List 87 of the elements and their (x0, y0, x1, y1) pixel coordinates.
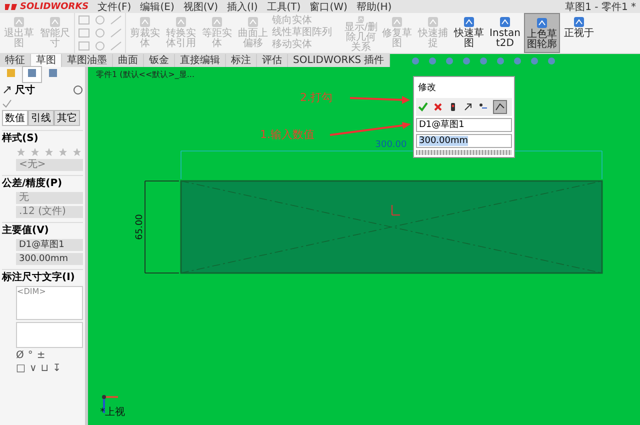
ribbon-tab[interactable]: 钣金 (144, 54, 175, 67)
tab-icon (27, 68, 37, 78)
ribbon-tab[interactable]: 曲面 (113, 54, 144, 67)
view-tool-icon[interactable] (478, 56, 490, 66)
help-icon[interactable] (73, 85, 83, 95)
style-icon[interactable] (16, 147, 26, 157)
annotation-text: 1.输入数值 (260, 127, 314, 142)
mark-dimension-button[interactable] (493, 100, 507, 114)
view-tool-icon[interactable] (495, 56, 506, 66)
sketch-tool-icon[interactable] (93, 27, 107, 39)
view-tool-icon[interactable] (444, 56, 456, 66)
dimension-value-field[interactable]: 300.00mm (416, 134, 512, 148)
symbol-button[interactable]: □ (16, 363, 26, 374)
ribbon-tab[interactable]: 草图油墨 (62, 54, 113, 67)
style-icon[interactable] (58, 147, 68, 157)
menu-item[interactable]: 视图(V) (183, 0, 218, 14)
dimension-text-box[interactable] (16, 322, 83, 348)
menu-item[interactable]: 窗口(W) (310, 0, 348, 14)
window-title: 草图1 - 零件1 * (565, 0, 636, 14)
close-icon[interactable] (433, 102, 443, 112)
ribbon-tab[interactable]: 直接编辑 (175, 54, 226, 67)
section-header: 样式(S) (2, 130, 83, 145)
thumbwheel[interactable] (416, 150, 512, 155)
symbol-button[interactable]: ° (28, 350, 33, 361)
dialog-title: 修改 (417, 82, 437, 95)
sketch-tool-icon[interactable] (77, 14, 91, 26)
symbol-button[interactable]: ∨ (29, 363, 37, 374)
style-icon[interactable] (44, 147, 54, 157)
panel-subtab[interactable]: 数值 (2, 110, 28, 126)
menu-item[interactable]: 工具(T) (266, 0, 301, 14)
ribbon-button[interactable]: Instant2D (488, 13, 522, 53)
logo-icon (4, 2, 18, 12)
annotation-arrow (350, 96, 410, 104)
panel-title: 尺寸 (15, 84, 36, 97)
ribbon-button[interactable]: 上色草图轮廓 (524, 13, 560, 53)
ribbon-tab[interactable]: 特征 (0, 54, 31, 67)
view-tool-icon[interactable] (461, 56, 472, 66)
origin-icon (392, 204, 400, 216)
view-tool-icon[interactable] (410, 56, 422, 66)
sketch-tool-icon[interactable] (109, 27, 123, 39)
sketch-tool-icon[interactable] (109, 14, 123, 26)
check-icon[interactable] (418, 102, 428, 112)
tab-icon (6, 68, 16, 78)
view-tool-icon[interactable] (512, 56, 524, 66)
dimension-text-box[interactable]: <DIM> (16, 286, 83, 320)
dimension-name-field[interactable]: D1@草图1 (16, 239, 83, 251)
view-tool-icon[interactable] (427, 56, 438, 66)
ribbon-tab[interactable]: SOLIDWORKS 插件 (288, 54, 390, 67)
section-header: 主要值(V) (2, 222, 83, 237)
dimension-name-field[interactable]: D1@草图1 (416, 118, 512, 132)
feature-tree-breadcrumb[interactable]: 零件1 (默认<<默认>_显... (96, 69, 194, 80)
view-tool-icon[interactable] (529, 56, 540, 66)
style-icon[interactable] (30, 147, 40, 157)
panel-tab[interactable] (22, 66, 42, 82)
sketch-tool-icon[interactable] (109, 40, 123, 52)
menu-item[interactable]: 编辑(E) (140, 0, 174, 14)
sketch-tool-icon[interactable] (77, 40, 91, 52)
sketch-tool-icon[interactable] (93, 40, 107, 52)
panel-subtab[interactable]: 其它 (54, 110, 80, 126)
ribbon-button[interactable]: 快速草图 (452, 13, 486, 53)
annotation-text: 2.打勾 (300, 90, 332, 105)
arrow-icon[interactable] (463, 102, 473, 112)
sketch-tool-icon[interactable] (77, 27, 91, 39)
sketch-tool-icon[interactable] (93, 14, 107, 26)
ribbon-tab[interactable]: 草图 (31, 54, 62, 67)
peak-icon (495, 102, 505, 112)
dimension-value-field[interactable]: 300.00mm (16, 253, 83, 265)
menu-item[interactable]: 文件(F) (98, 0, 132, 14)
tab-icon (48, 68, 58, 78)
symbol-button[interactable]: ↧ (52, 363, 61, 374)
section-header: 标注尺寸文字(I) (2, 269, 83, 284)
ribbon-button[interactable]: 正视于 (562, 13, 596, 53)
dimension-value[interactable]: 65.00 (135, 214, 145, 240)
ok-check-icon[interactable] (2, 99, 12, 108)
ribbon-tab[interactable]: 评估 (257, 54, 288, 67)
symbol-button[interactable]: ⊔ (40, 363, 49, 374)
style-icon[interactable] (72, 147, 82, 157)
panel-subtab[interactable]: 引线 (28, 110, 54, 126)
logo: SOLIDWORKS (4, 2, 89, 12)
menu-item[interactable]: 插入(I) (227, 0, 258, 14)
symbol-button[interactable]: ± (36, 350, 46, 361)
menu-item[interactable]: 帮助(H) (356, 0, 392, 14)
symbol-button[interactable]: Ø (16, 350, 24, 361)
tool-icon (535, 16, 549, 30)
ribbon-tab[interactable]: 标注 (226, 54, 257, 67)
view-tool-icon[interactable] (546, 56, 558, 66)
section-header: 公差/精度(P) (2, 175, 83, 190)
